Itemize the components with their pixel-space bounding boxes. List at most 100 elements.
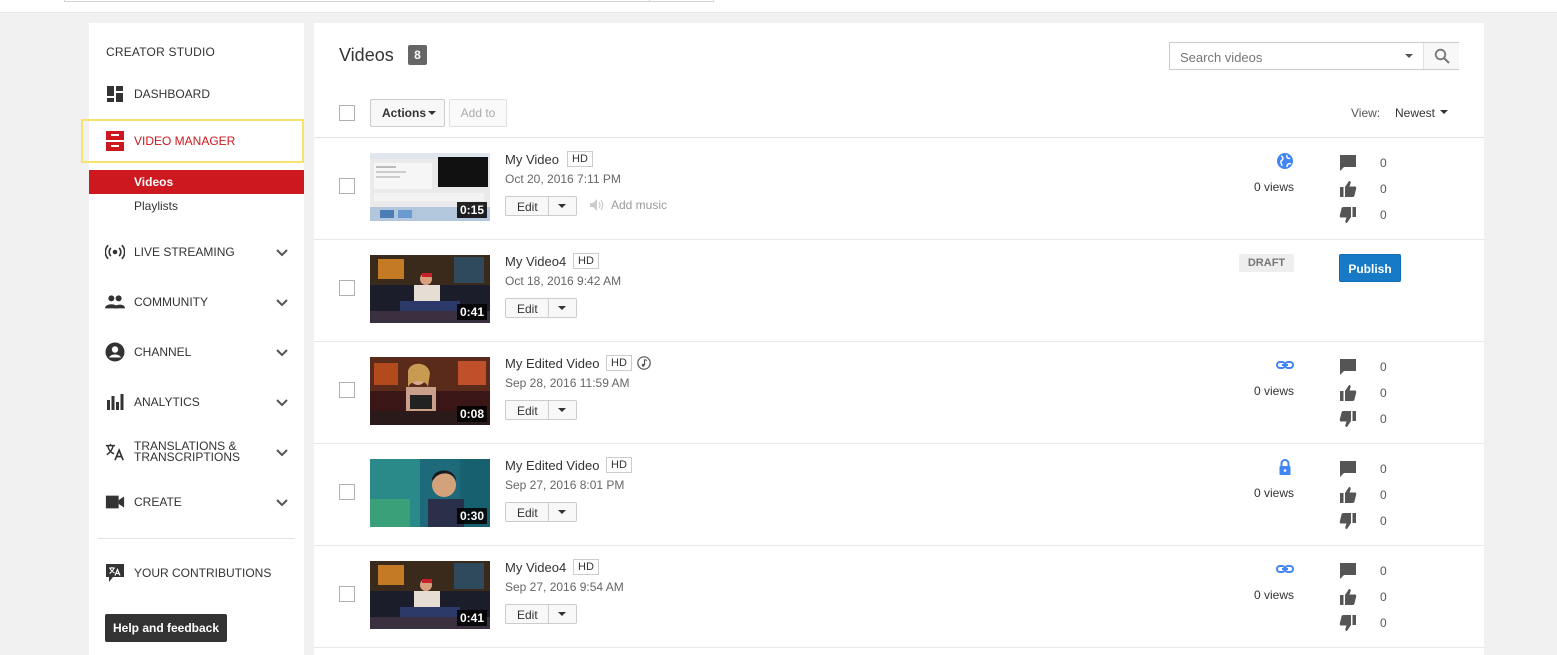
thumbs-up-icon — [1340, 385, 1357, 401]
search-button[interactable] — [1424, 43, 1459, 69]
dislikes-stat: 0 — [1339, 512, 1399, 530]
search-input[interactable]: Search videos — [1180, 50, 1262, 65]
link-icon[interactable] — [1276, 560, 1294, 578]
edit-button[interactable]: Edit — [505, 604, 577, 624]
row-checkbox[interactable] — [339, 178, 355, 194]
edit-button[interactable]: Edit — [505, 400, 577, 420]
comments-count: 0 — [1380, 462, 1387, 476]
caret-down-icon[interactable] — [1440, 110, 1448, 114]
publish-button[interactable]: Publish — [1339, 254, 1401, 282]
comment-icon — [1340, 563, 1356, 579]
video-duration: 0:41 — [456, 304, 487, 320]
page-title: Videos — [339, 45, 394, 65]
edit-label: Edit — [517, 506, 538, 520]
row-checkbox[interactable] — [339, 586, 355, 602]
edit-button[interactable]: Edit — [505, 298, 577, 318]
add-music-label: Add music — [611, 198, 668, 212]
sidebar-item-create[interactable]: CREATE — [89, 482, 304, 522]
views-count: 0 views — [1254, 486, 1295, 500]
comments-stat: 0 — [1339, 358, 1399, 376]
video-thumbnail[interactable]: 0:15 — [370, 153, 490, 221]
likes-stat: 0 — [1339, 588, 1399, 606]
community-icon — [105, 292, 125, 312]
likes-count: 0 — [1380, 182, 1387, 196]
caret-down-icon[interactable] — [558, 204, 566, 208]
chevron-down-icon[interactable] — [275, 295, 289, 309]
sidebar-item-translations[interactable]: TRANSLATIONS & TRANSCRIPTIONS — [89, 432, 304, 472]
main-panel: Videos 8 Search videos Actions Add to Vi… — [314, 23, 1484, 655]
row-checkbox[interactable] — [339, 280, 355, 296]
add-music-link[interactable]: Add music — [589, 198, 667, 212]
sort-select[interactable]: Newest — [1395, 106, 1435, 120]
chevron-down-icon[interactable] — [275, 445, 289, 459]
thumbs-down-icon — [1339, 513, 1356, 529]
sidebar-item-label: YOUR CONTRIBUTIONS — [134, 565, 272, 580]
sidebar-item-video-manager[interactable]: VIDEO MANAGER — [81, 119, 304, 163]
dislikes-stat: 0 — [1339, 614, 1399, 632]
sidebar-item-channel[interactable]: CHANNEL — [89, 332, 304, 372]
link-icon[interactable] — [1276, 356, 1294, 374]
caret-down-icon[interactable] — [558, 408, 566, 412]
music-note-icon — [637, 356, 651, 370]
video-title-link[interactable]: My Video4 — [505, 254, 566, 269]
add-to-button[interactable]: Add to — [449, 99, 507, 127]
chevron-down-icon[interactable] — [275, 345, 289, 359]
video-title-link[interactable]: My Edited Video — [505, 458, 599, 473]
sidebar-item-live-streaming[interactable]: LIVE STREAMING — [89, 232, 304, 272]
sidebar-item-dashboard[interactable]: DASHBOARD — [89, 74, 304, 114]
sidebar-item-community[interactable]: COMMUNITY — [89, 282, 304, 322]
search-icon — [1434, 48, 1450, 64]
select-all-checkbox[interactable] — [339, 105, 355, 121]
caret-down-icon[interactable] — [558, 510, 566, 514]
video-title-link[interactable]: My Video4 — [505, 560, 566, 575]
video-date: Sep 28, 2016 11:59 AM — [505, 376, 630, 390]
sidebar-item-your-contributions[interactable]: YOUR CONTRIBUTIONS — [89, 553, 304, 593]
chevron-down-icon[interactable] — [275, 395, 289, 409]
video-thumbnail[interactable]: 0:30 — [370, 459, 490, 527]
search-dropdown-icon[interactable] — [1405, 54, 1413, 58]
row-checkbox[interactable] — [339, 484, 355, 500]
comments-stat: 0 — [1339, 460, 1399, 478]
top-search-fragment[interactable] — [64, 0, 714, 2]
comments-count: 0 — [1380, 156, 1387, 170]
table-row: 0:41 My Video4 HD Oct 18, 2016 9:42 AM E… — [314, 240, 1484, 342]
help-feedback-button[interactable]: Help and feedback — [105, 614, 227, 642]
likes-count: 0 — [1380, 386, 1387, 400]
table-row: 0:30 My Edited Video HD Sep 27, 2016 8:0… — [314, 444, 1484, 546]
hd-badge: HD — [573, 559, 599, 575]
sidebar-sub-playlists[interactable]: Playlists — [89, 194, 304, 218]
comment-icon — [1340, 359, 1356, 375]
video-thumbnail[interactable]: 0:08 — [370, 357, 490, 425]
likes-stat: 0 — [1339, 486, 1399, 504]
edit-button[interactable]: Edit — [505, 502, 577, 522]
comments-count: 0 — [1380, 564, 1387, 578]
thumbs-down-icon — [1339, 615, 1356, 631]
hd-badge: HD — [606, 355, 632, 371]
sidebar-divider — [98, 538, 295, 539]
edit-separator — [548, 503, 549, 521]
lock-icon[interactable] — [1276, 458, 1294, 476]
chevron-down-icon[interactable] — [275, 245, 289, 259]
sidebar-item-label: COMMUNITY — [134, 294, 208, 309]
video-title-link[interactable]: My Edited Video — [505, 356, 599, 371]
video-thumbnail[interactable]: 0:41 — [370, 561, 490, 629]
contributions-icon — [105, 563, 125, 583]
caret-down-icon[interactable] — [558, 306, 566, 310]
caret-down-icon[interactable] — [558, 612, 566, 616]
video-title-link[interactable]: My Video — [505, 152, 559, 167]
row-checkbox[interactable] — [339, 382, 355, 398]
search-videos-field[interactable]: Search videos — [1169, 42, 1459, 70]
globe-icon[interactable] — [1276, 152, 1294, 170]
video-thumbnail[interactable]: 0:41 — [370, 255, 490, 323]
dislikes-stat: 0 — [1339, 206, 1399, 224]
sidebar-sub-videos[interactable]: Videos — [89, 170, 304, 194]
thumbs-down-icon — [1339, 411, 1356, 427]
actions-button[interactable]: Actions — [370, 99, 445, 127]
sidebar-item-analytics[interactable]: ANALYTICS — [89, 382, 304, 422]
chevron-down-icon[interactable] — [275, 495, 289, 509]
video-date: Oct 20, 2016 7:11 PM — [505, 172, 621, 186]
edit-button[interactable]: Edit — [505, 196, 577, 216]
sidebar-item-label: ANALYTICS — [134, 394, 200, 409]
dislikes-count: 0 — [1380, 208, 1387, 222]
video-duration: 0:08 — [456, 406, 487, 422]
